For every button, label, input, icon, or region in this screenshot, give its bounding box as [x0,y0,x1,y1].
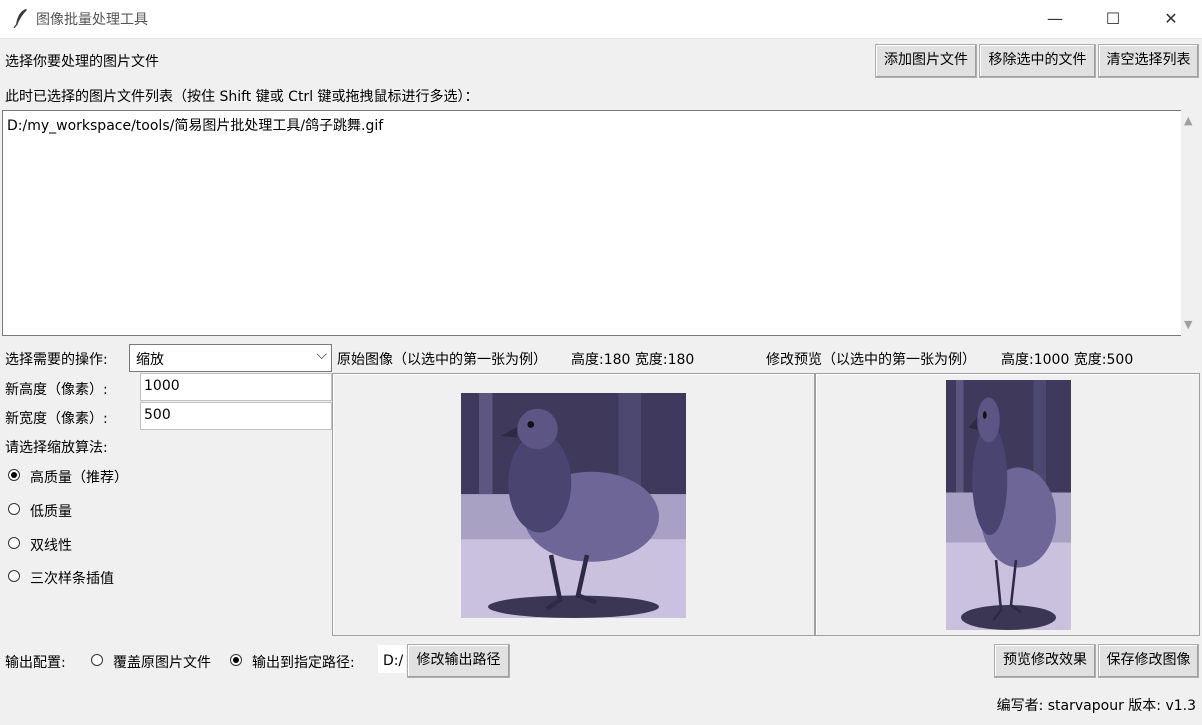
file-listbox[interactable]: D:/my_workspace/tools/简易图片批处理工具/鸽子跳舞.gif [2,110,1182,336]
close-button[interactable]: ✕ [1142,0,1200,38]
list-caption: 此时已选择的图片文件列表（按住 Shift 键或 Ctrl 键或拖拽鼠标进行多选… [5,89,479,105]
change-output-path-button[interactable]: 修改输出路径 [407,644,510,678]
height-value: 1000 [144,378,180,394]
radio-overwrite[interactable] [91,654,103,666]
scroll-up-icon[interactable]: ▲ [1184,114,1192,127]
radio-low-quality[interactable] [8,503,20,515]
original-caption: 原始图像（以选中的第一张为例） [337,352,547,368]
title-bar: 图像批量处理工具 — ☐ ✕ [0,0,1202,39]
minimize-icon: — [1047,9,1063,28]
preview-caption: 修改预览（以选中的第一张为例） [766,352,976,368]
output-path-field[interactable]: D:/ [378,645,406,673]
preview-changes-button[interactable]: 预览修改效果 [994,644,1096,678]
add-image-button[interactable]: 添加图片文件 [875,44,977,78]
radio-custom-path[interactable] [230,654,242,666]
author-version-footer: 编写者: starvapour 版本: v1.3 [996,698,1196,714]
minimize-button[interactable]: — [1026,0,1084,38]
operation-label: 选择需要的操作: [5,352,108,368]
output-path-value: D:/ [383,653,404,669]
radio-bicubic[interactable] [8,570,20,582]
preview-size: 高度:1000 宽度:500 [1001,352,1134,368]
width-label: 新宽度（像素）: [5,411,108,427]
operation-select-value: 缩放 [136,352,164,368]
height-label: 新高度（像素）: [5,382,108,398]
radio-bilinear[interactable] [8,537,20,549]
width-input[interactable]: 500 [140,402,332,430]
height-input[interactable]: 1000 [140,373,332,401]
maximize-icon: ☐ [1105,9,1121,28]
chevron-down-icon[interactable]: ⌵ [316,347,327,363]
output-label: 输出配置: [5,655,66,671]
remove-selected-button[interactable]: 移除选中的文件 [979,44,1096,78]
radio-bicubic-label[interactable]: 三次样条插值 [30,568,114,588]
radio-bilinear-label[interactable]: 双线性 [30,535,72,555]
clear-list-button[interactable]: 清空选择列表 [1098,44,1199,78]
original-pigeon-image [461,393,686,618]
close-icon: ✕ [1164,9,1178,28]
radio-low-quality-label[interactable]: 低质量 [30,501,72,521]
scroll-down-icon[interactable]: ▼ [1184,318,1192,331]
feather-icon [13,9,27,28]
maximize-button[interactable]: ☐ [1084,0,1142,38]
width-value: 500 [144,407,171,423]
operation-select[interactable]: 缩放 ⌵ [129,344,332,372]
radio-high-quality[interactable] [8,469,20,481]
list-item[interactable]: D:/my_workspace/tools/简易图片批处理工具/鸽子跳舞.gif [7,115,383,135]
preview-image-pane [815,373,1200,636]
select-files-prompt: 选择你要处理的图片文件 [5,54,159,70]
listbox-scrollbar[interactable]: ▲ ▼ [1181,110,1200,336]
window-title: 图像批量处理工具 [36,12,148,28]
radio-overwrite-label[interactable]: 覆盖原图片文件 [113,652,211,672]
original-size: 高度:180 宽度:180 [571,352,695,368]
preview-pigeon-image [946,380,1071,630]
radio-custom-path-label[interactable]: 输出到指定路径: [252,652,355,672]
original-image-pane [332,373,815,636]
save-image-button[interactable]: 保存修改图像 [1098,644,1199,678]
radio-high-quality-label[interactable]: 高质量（推荐） [30,467,128,487]
algorithm-label: 请选择缩放算法: [5,440,108,456]
